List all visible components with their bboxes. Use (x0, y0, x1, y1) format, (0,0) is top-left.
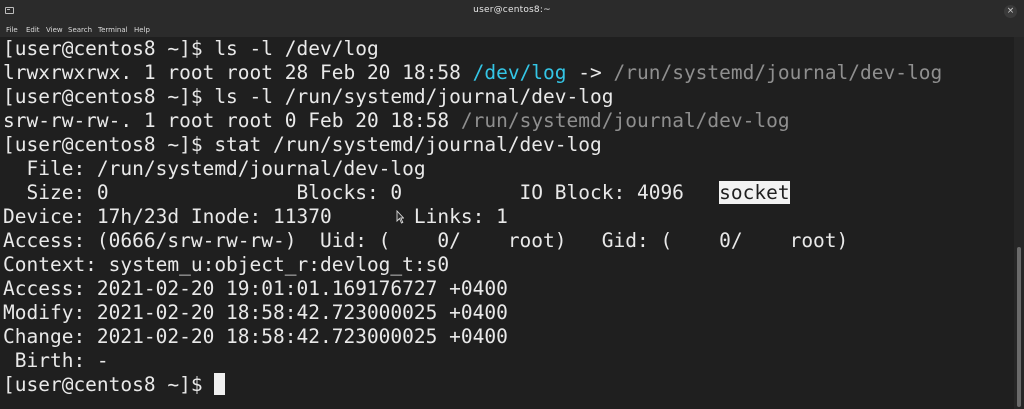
output-line: Change: 2021-02-20 18:58:42.723000025 +0… (3, 325, 508, 349)
command-text: [user@centos8 ~]$ ls -l /run/systemd/jou… (3, 85, 614, 108)
output-line: Context: system_u:object_r:devlog_t:s0 (3, 253, 449, 277)
stat-access-time-text: Access: 2021-02-20 19:01:01.169176727 +0… (3, 277, 508, 300)
ls-output-text: srw-rw-rw-. 1 root root 0 Feb 20 18:58 (3, 109, 461, 132)
command-line: [user@centos8 ~]$ ls -l /dev/log (3, 37, 379, 61)
menu-file[interactable]: File (6, 26, 18, 34)
scrollbar[interactable] (1014, 37, 1024, 409)
command-text: [user@centos8 ~]$ stat /run/systemd/jour… (3, 133, 602, 156)
socket-filename: /run/systemd/journal/dev-log (460, 109, 790, 132)
text-cursor (214, 373, 226, 395)
stat-birth-text: Birth: - (3, 349, 109, 372)
menu-search[interactable]: Search (68, 26, 92, 34)
file-type-selection: socket (719, 181, 790, 204)
command-text: [user@centos8 ~]$ ls -l /dev/log (3, 37, 379, 60)
command-line: [user@centos8 ~]$ ls -l /run/systemd/jou… (3, 85, 613, 109)
output-line: Access: 2021-02-20 19:01:01.169176727 +0… (3, 277, 508, 301)
stat-device-text: Device: 17h/23d Inode: 11370 Links: 1 (3, 205, 508, 228)
prompt-line: [user@centos8 ~]$ (3, 373, 226, 397)
menu-bar: File Edit View Search Terminal Help (0, 24, 1024, 37)
symlink-arrow: -> (566, 61, 614, 84)
symlink-target: /run/systemd/journal/dev-log (613, 61, 943, 84)
prompt-text: [user@centos8 ~]$ (3, 373, 215, 396)
menu-view[interactable]: View (46, 26, 63, 34)
menu-help[interactable]: Help (134, 26, 150, 34)
menu-terminal[interactable]: Terminal (98, 26, 128, 34)
stat-access-mode-text: Access: (0666/srw-rw-rw-) Uid: ( 0/ root… (3, 229, 849, 252)
stat-modify-time-text: Modify: 2021-02-20 18:58:42.723000025 +0… (3, 301, 508, 324)
window-title: user@centos8:~ (473, 5, 551, 15)
symlink-name: /dev/log (472, 61, 567, 84)
menu-edit[interactable]: Edit (26, 26, 40, 34)
output-line: Size: 0 Blocks: 0 IO Block: 4096 socket (3, 181, 790, 205)
command-line: [user@centos8 ~]$ stat /run/systemd/jour… (3, 133, 602, 157)
close-button[interactable]: × (1004, 5, 1017, 18)
stat-file-text: File: /run/systemd/journal/dev-log (3, 157, 426, 180)
terminal-output[interactable]: [user@centos8 ~]$ ls -l /dev/log lrwxrwx… (0, 37, 1014, 409)
output-line: Birth: - (3, 349, 109, 373)
stat-size-text: Size: 0 Blocks: 0 IO Block: 4096 (3, 181, 720, 204)
output-line: Modify: 2021-02-20 18:58:42.723000025 +0… (3, 301, 508, 325)
output-line: File: /run/systemd/journal/dev-log (3, 157, 426, 181)
stat-context-text: Context: system_u:object_r:devlog_t:s0 (3, 253, 450, 276)
output-line: Device: 17h/23d Inode: 11370 Links: 1 (3, 205, 508, 229)
terminal-window: user@centos8:~ × File Edit View Search T… (0, 0, 1024, 409)
mouse-pointer-icon (396, 210, 404, 224)
output-line: lrwxrwxrwx. 1 root root 28 Feb 20 18:58 … (3, 61, 942, 85)
scrollbar-thumb[interactable] (1017, 247, 1021, 407)
stat-change-time-text: Change: 2021-02-20 18:58:42.723000025 +0… (3, 325, 508, 348)
title-bar[interactable]: user@centos8:~ × (0, 0, 1024, 25)
output-line: srw-rw-rw-. 1 root root 0 Feb 20 18:58 /… (3, 109, 790, 133)
ls-output-text: lrwxrwxrwx. 1 root root 28 Feb 20 18:58 (3, 61, 473, 84)
output-line: Access: (0666/srw-rw-rw-) Uid: ( 0/ root… (3, 229, 848, 253)
